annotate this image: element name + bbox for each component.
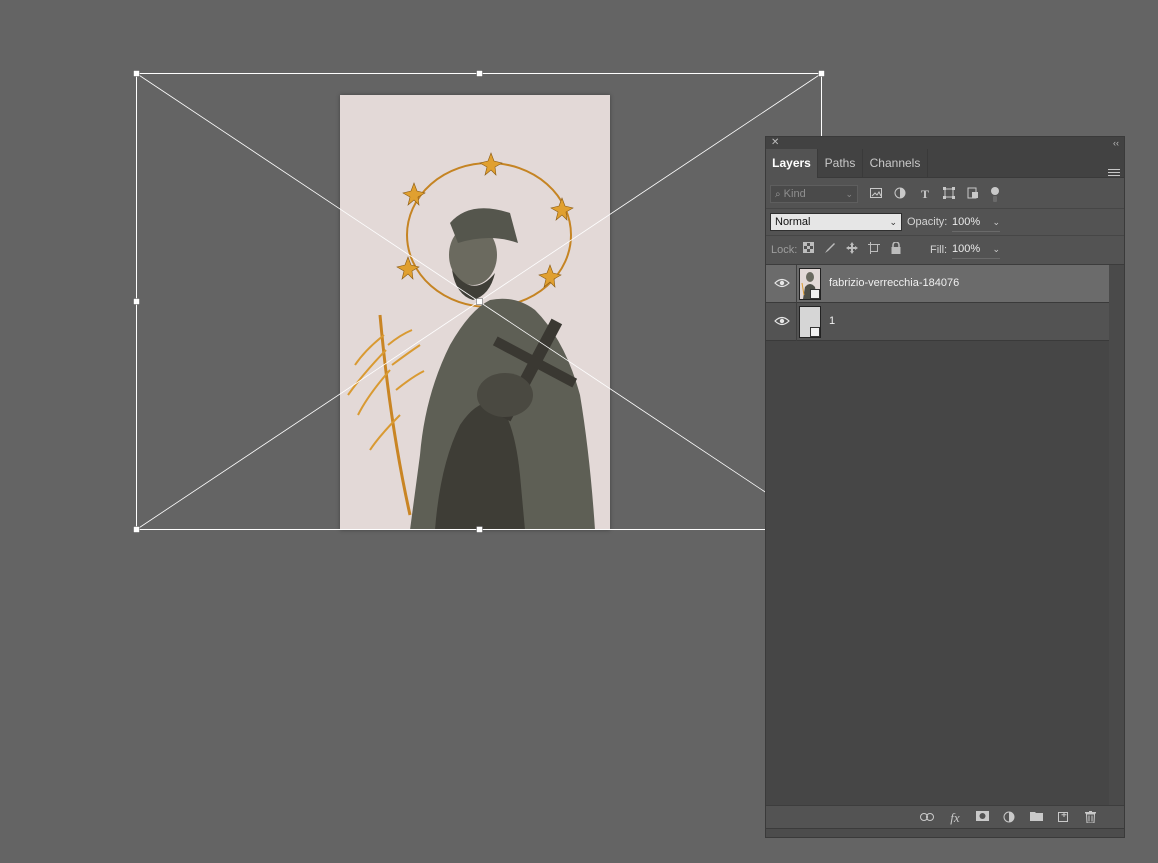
halo-star (550, 197, 574, 221)
transform-handle-left[interactable] (133, 298, 140, 305)
transform-center-point[interactable] (476, 298, 483, 305)
fill-label: Fill: (930, 244, 948, 256)
new-layer-icon[interactable] (1056, 811, 1070, 825)
filter-kind-select[interactable]: ⌕ Kind ⌄ (770, 185, 858, 203)
halo-star (479, 152, 503, 176)
layer-thumbnail[interactable] (799, 306, 821, 338)
search-icon: ⌕ (775, 189, 781, 200)
blend-mode-select[interactable]: Normal ⌄ (770, 213, 902, 231)
adjustment-icon[interactable] (1002, 811, 1016, 825)
tab-layers[interactable]: Layers (766, 149, 818, 178)
transform-handle-top-left[interactable] (133, 70, 140, 77)
layer-name[interactable]: 1 (829, 315, 835, 327)
opacity-field[interactable]: 100% ⌄ (952, 213, 1000, 232)
divider (796, 265, 797, 303)
adjustment-filter-icon[interactable] (893, 187, 907, 201)
chevron-down-icon: ⌄ (992, 217, 1000, 227)
lock-artboard-icon[interactable] (867, 242, 881, 256)
transform-handle-bottom-left[interactable] (133, 526, 140, 533)
layer-row[interactable]: fabrizio-verrecchia-184076 (766, 265, 1109, 303)
filter-toggle-icon[interactable] (988, 187, 1002, 202)
chevron-down-icon: ⌄ (845, 189, 853, 199)
visibility-eye-icon[interactable] (774, 315, 790, 327)
layers-list[interactable]: fabrizio-verrecchia-184076 1 (766, 265, 1109, 805)
document-canvas[interactable] (340, 95, 610, 530)
layers-panel: ✕ ‹‹ Layers Paths Channels ⌕ Kind ⌄ T No… (765, 136, 1125, 838)
transform-handle-top-right[interactable] (818, 70, 825, 77)
lock-row: Lock: Fill: 100% ⌄ (766, 236, 1124, 265)
filter-kind-label: Kind (783, 188, 806, 200)
trash-icon[interactable] (1083, 811, 1097, 825)
fx-icon[interactable]: fx (948, 811, 962, 825)
fill-value: 100% (952, 243, 981, 255)
canvas-workspace[interactable]: ✕ ‹‹ Layers Paths Channels ⌕ Kind ⌄ T No… (0, 0, 1158, 863)
fill-field[interactable]: 100% ⌄ (952, 240, 1000, 259)
divider (796, 303, 797, 341)
group-folder-icon[interactable] (1029, 811, 1043, 825)
opacity-value: 100% (952, 216, 981, 228)
panel-titlebar[interactable]: ✕ ‹‹ (766, 137, 1124, 149)
lock-position-icon[interactable] (845, 242, 859, 256)
statue-artwork (347, 152, 595, 530)
statue-hands (477, 373, 533, 417)
layer-name[interactable]: fabrizio-verrecchia-184076 (829, 277, 959, 289)
tab-paths[interactable]: Paths (818, 149, 863, 177)
smart-object-badge-icon (810, 327, 820, 337)
chevron-down-icon: ⌄ (992, 244, 1000, 254)
mask-icon[interactable] (975, 811, 989, 825)
layer-filter-row: ⌕ Kind ⌄ T (766, 178, 1124, 209)
type-filter-icon[interactable]: T (918, 187, 932, 201)
blend-row: Normal ⌄ Opacity: 100% ⌄ (766, 209, 1124, 236)
layers-scrollbar[interactable] (1109, 265, 1124, 805)
transform-handle-top[interactable] (476, 70, 483, 77)
statue-biretta (450, 208, 518, 243)
transform-handle-bottom[interactable] (476, 526, 483, 533)
smart-object-filter-icon[interactable] (966, 187, 980, 201)
lock-label: Lock: (771, 244, 798, 256)
blend-mode-value: Normal (775, 216, 811, 228)
layer-thumbnail[interactable] (799, 268, 821, 300)
golden-palm-branch (378, 314, 412, 516)
image-filter-icon[interactable] (869, 187, 883, 201)
panel-tab-bar: Layers Paths Channels (766, 149, 1124, 178)
link-layers-icon[interactable] (920, 811, 934, 825)
collapse-panel-icon[interactable]: ‹‹ (1113, 137, 1119, 149)
lock-transparent-pixels-icon[interactable] (801, 242, 815, 256)
halo-star (396, 256, 420, 280)
layers-bottom-toolbar: fx (766, 805, 1124, 830)
panel-resize-grip[interactable] (766, 828, 1124, 837)
visibility-eye-icon[interactable] (774, 277, 790, 289)
close-icon[interactable]: ✕ (771, 137, 779, 149)
tab-channels[interactable]: Channels (863, 149, 928, 177)
opacity-label: Opacity: (907, 216, 948, 228)
shape-filter-icon[interactable] (942, 187, 956, 201)
chevron-down-icon: ⌄ (889, 217, 897, 227)
lock-all-icon[interactable] (889, 241, 903, 256)
halo-star (402, 182, 426, 206)
smart-object-badge-icon (810, 289, 820, 299)
layer-row[interactable]: 1 (766, 303, 1109, 341)
lock-image-pixels-icon[interactable] (823, 242, 837, 256)
